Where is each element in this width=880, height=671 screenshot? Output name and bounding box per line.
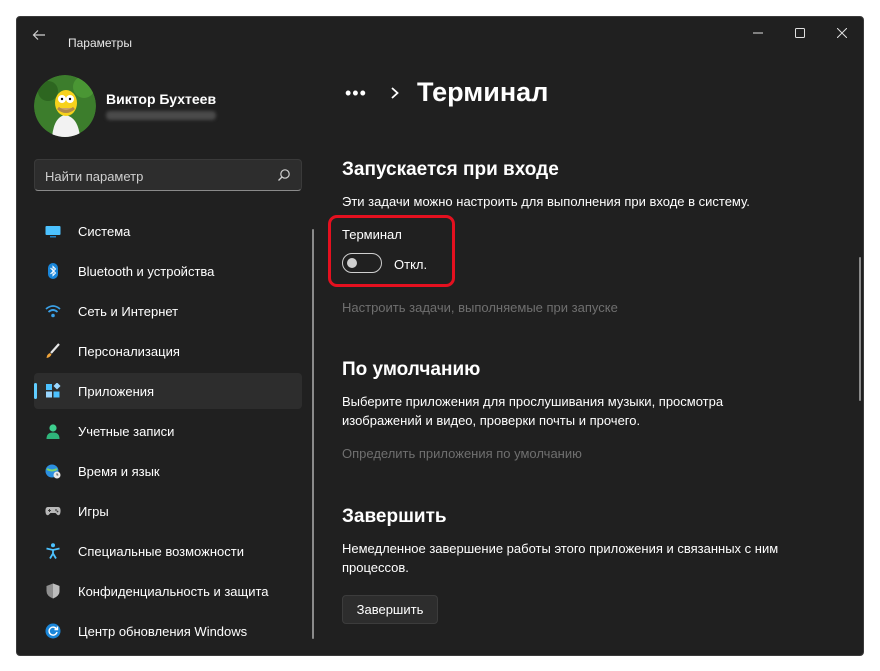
terminate-description: Немедленное завершение работы этого прил… [342,541,779,575]
shield-icon [45,583,61,599]
avatar[interactable] [34,75,96,137]
app-title: Параметры [68,36,132,50]
sidebar-item-label: Приложения [78,384,155,399]
monitor-icon [45,223,61,239]
search-icon[interactable] [277,168,291,182]
sidebar-item-personalization[interactable]: Персонализация [34,333,302,369]
content-scrollbar[interactable] [859,257,861,401]
default-apps-link[interactable]: Определить приложения по умолчанию [342,446,582,461]
search-input[interactable] [45,167,265,185]
sidebar-item-label: Учетные записи [78,424,175,439]
chevron-right-icon [389,85,401,101]
toggle-state-label: Откл. [394,257,428,272]
sidebar-item-label: Сеть и Интернет [78,304,179,319]
sidebar-item-label: Конфиденциальность и защита [78,584,269,599]
sidebar-item-label: Персонализация [78,344,180,359]
title-bar: Параметры [17,17,863,51]
sidebar-item-label: Игры [78,504,109,519]
globe-clock-icon [45,463,61,479]
sidebar-item-gaming[interactable]: Игры [34,493,302,529]
sidebar-item-network[interactable]: Сеть и Интернет [34,293,302,329]
page-title: Терминал [417,77,549,107]
sidebar-item-apps[interactable]: Приложения [34,373,302,409]
sidebar-item-privacy[interactable]: Конфиденциальность и защита [34,573,302,609]
breadcrumb-more-button[interactable]: ••• [345,83,367,104]
settings-window: Параметры Виктор Бухтеев Найти параметр … [16,16,864,656]
sidebar-scrollbar[interactable] [312,229,314,639]
sidebar-item-bluetooth[interactable]: Bluetooth и устройства [34,253,302,289]
close-button[interactable] [821,17,863,49]
terminate-section-title: Завершить [342,506,447,527]
defaults-section-title: По умолчанию [342,359,481,380]
defaults-description: Выберите приложения для прослушивания му… [342,394,724,428]
user-email-redacted [106,111,216,120]
brush-icon [45,343,61,359]
back-arrow-icon[interactable] [31,27,47,43]
sidebar-nav: Система Bluetooth и устройства Сеть и Ин… [34,213,302,653]
sidebar-item-label: Система [78,224,131,239]
accessibility-icon [45,543,61,559]
startup-description: Эти задачи можно настроить для выполнени… [342,194,750,209]
highlight-box [328,215,455,287]
user-name: Виктор Бухтеев [106,91,217,107]
terminate-button[interactable]: Завершить [342,595,438,624]
update-icon [45,623,61,639]
startup-item-label: Терминал [342,227,402,242]
sidebar-item-label: Центр обновления Windows [78,624,248,639]
sidebar-item-label: Bluetooth и устройства [78,264,215,279]
sidebar-item-label: Специальные возможности [78,544,244,559]
bluetooth-icon [45,263,61,279]
sidebar-item-label: Время и язык [78,464,160,479]
sidebar-item-system[interactable]: Система [34,213,302,249]
startup-tasks-link[interactable]: Настроить задачи, выполняемые при запуск… [342,300,618,315]
gamepad-icon [45,503,61,519]
maximize-button[interactable] [779,17,821,49]
startup-toggle[interactable] [342,253,382,273]
sidebar-item-accessibility[interactable]: Специальные возможности [34,533,302,569]
minimize-button[interactable] [737,17,779,49]
apps-icon [45,382,61,399]
sidebar-item-time-language[interactable]: Время и язык [34,453,302,489]
person-icon [45,423,61,439]
wifi-icon [45,303,61,319]
sidebar-item-windows-update[interactable]: Центр обновления Windows [34,613,302,649]
sidebar-item-accounts[interactable]: Учетные записи [34,413,302,449]
search-box[interactable] [34,159,302,191]
toggle-knob [347,258,357,268]
startup-section-title: Запускается при входе [342,159,559,180]
